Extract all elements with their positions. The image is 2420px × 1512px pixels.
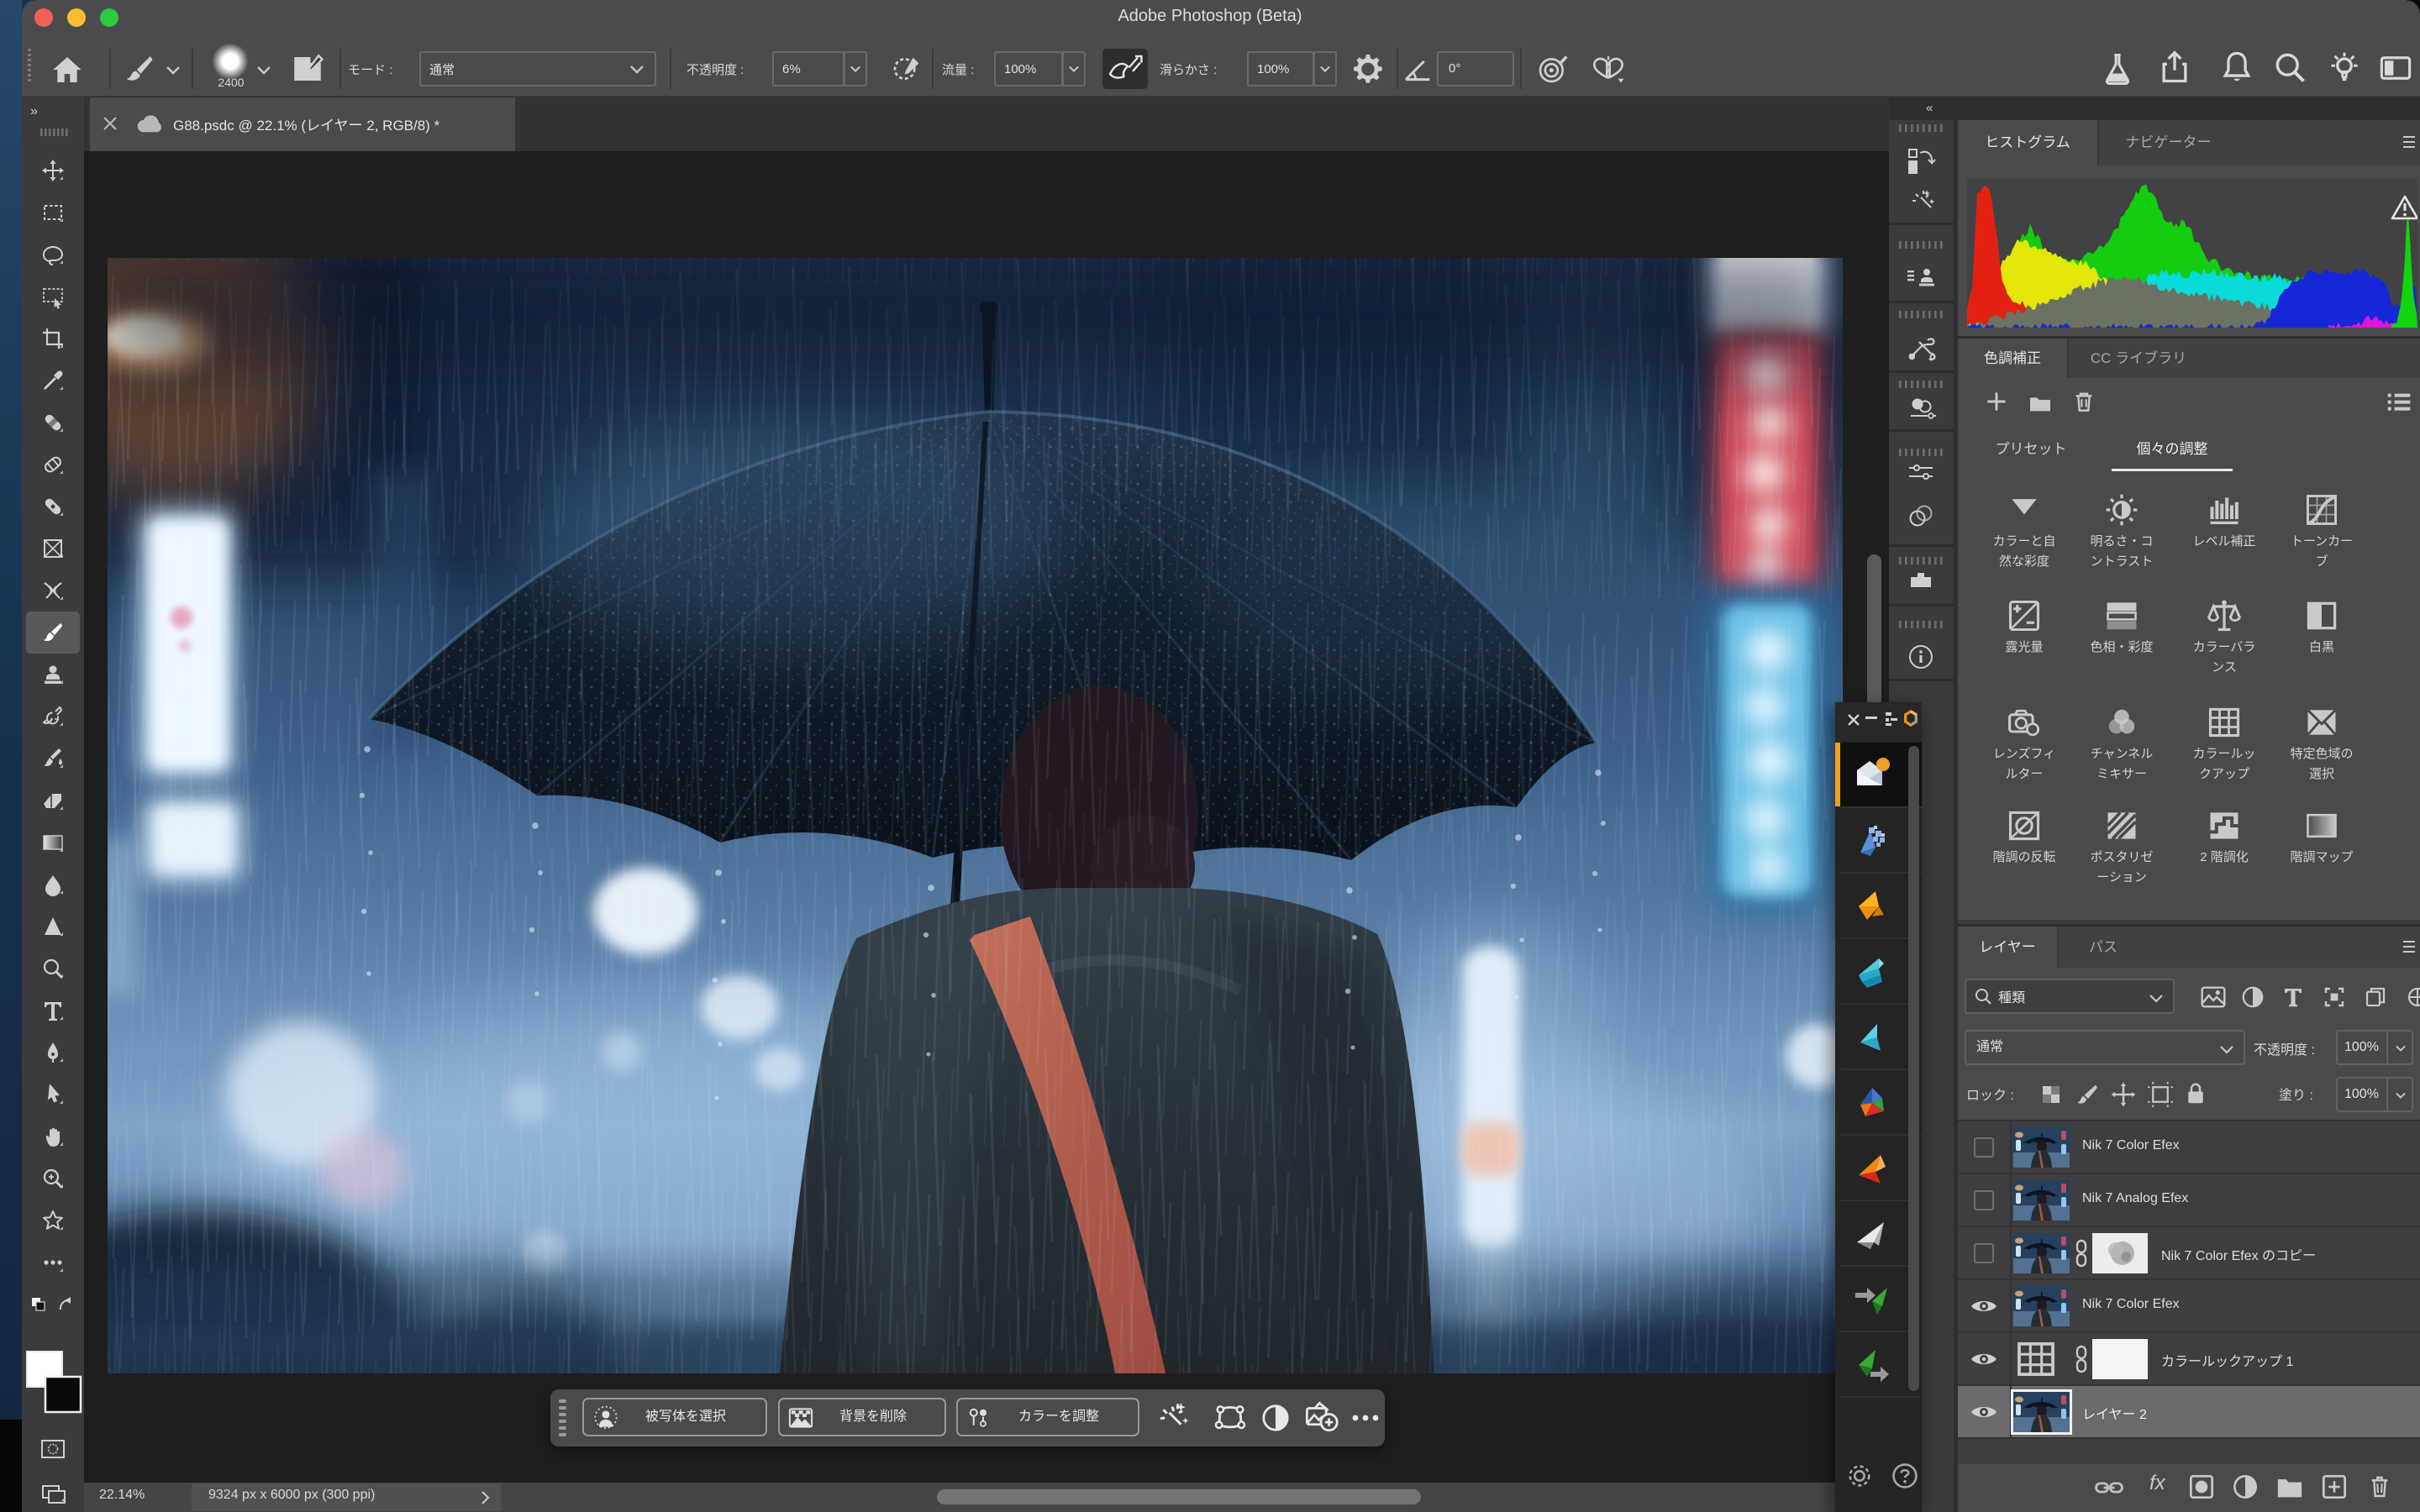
svg-text:»: » bbox=[30, 104, 38, 118]
